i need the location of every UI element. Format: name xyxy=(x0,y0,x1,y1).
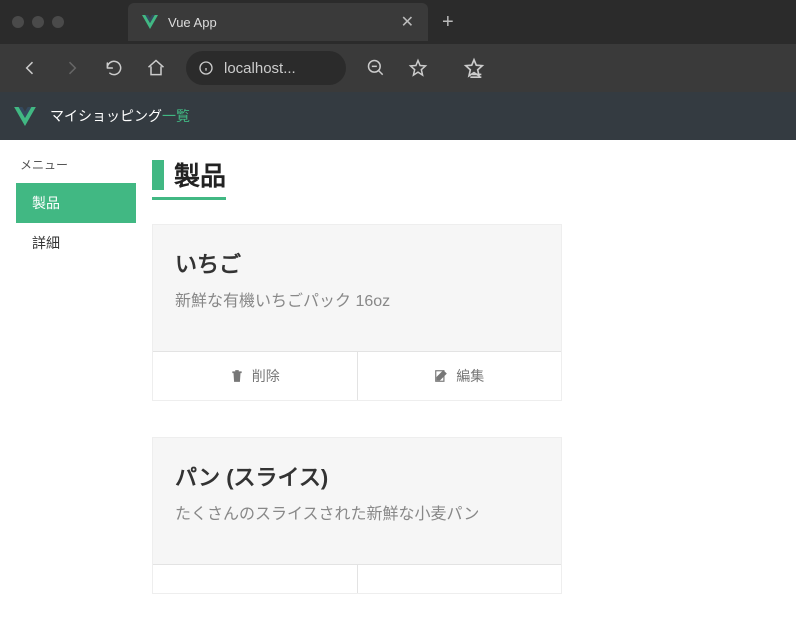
delete-button[interactable] xyxy=(153,565,358,593)
forward-button[interactable] xyxy=(54,50,90,86)
product-card: パン (スライス) たくさんのスライスされた新鮮な小麦パン xyxy=(152,437,562,594)
favorites-bar-button[interactable] xyxy=(456,50,492,86)
app-header: マイショッピング一覧 xyxy=(0,92,796,140)
favorite-button[interactable] xyxy=(400,50,436,86)
content: 製品 いちご 新鮮な有機いちごパック 16oz 削除 編集 パン (スライス) xyxy=(136,156,796,630)
tab-title: Vue App xyxy=(168,15,391,30)
app-title-suffix: 一覧 xyxy=(162,108,190,124)
delete-label: 削除 xyxy=(252,366,280,386)
app-title-prefix: マイショッピング xyxy=(50,108,162,124)
product-name: パン (スライス) xyxy=(175,460,539,492)
address-bar[interactable]: localhost... xyxy=(186,51,346,85)
sidebar-item-label: 詳細 xyxy=(32,235,60,251)
edit-button[interactable]: 編集 xyxy=(358,352,562,400)
sidebar-item-details[interactable]: 詳細 xyxy=(16,223,136,263)
delete-button[interactable]: 削除 xyxy=(153,352,358,400)
trash-icon xyxy=(230,369,244,383)
edit-button[interactable] xyxy=(358,565,562,593)
sidebar-item-products[interactable]: 製品 xyxy=(16,183,136,223)
zoom-button[interactable] xyxy=(358,50,394,86)
product-description: 新鮮な有機いちごパック 16oz xyxy=(175,287,539,311)
close-tab-icon[interactable]: ✕ xyxy=(401,12,414,32)
page-title: 製品 xyxy=(174,156,226,193)
product-card: いちご 新鮮な有機いちごパック 16oz 削除 編集 xyxy=(152,224,562,401)
vue-favicon-icon xyxy=(142,15,158,29)
product-name: いちご xyxy=(175,247,539,279)
app-logo-icon xyxy=(14,107,36,126)
browser-tab[interactable]: Vue App ✕ xyxy=(128,3,428,41)
edit-icon xyxy=(434,369,448,383)
title-accent xyxy=(152,160,164,190)
browser-toolbar: localhost... xyxy=(0,44,796,92)
menu-label: メニュー xyxy=(16,156,136,173)
card-body: いちご 新鮮な有機いちごパック 16oz xyxy=(153,225,561,351)
home-button[interactable] xyxy=(138,50,174,86)
browser-chrome: Vue App ✕ + localhost... xyxy=(0,0,796,92)
window-controls: Vue App ✕ + xyxy=(0,0,796,44)
card-actions xyxy=(153,564,561,593)
window-close-icon[interactable] xyxy=(12,16,24,28)
main-layout: メニュー 製品 詳細 製品 いちご 新鮮な有機いちごパック 16oz 削除 xyxy=(0,140,796,630)
product-description: たくさんのスライスされた新鮮な小麦パン xyxy=(175,500,539,524)
page-title-wrap: 製品 xyxy=(152,156,226,200)
card-body: パン (スライス) たくさんのスライスされた新鮮な小麦パン xyxy=(153,438,561,564)
app-title: マイショッピング一覧 xyxy=(50,106,190,126)
sidebar: メニュー 製品 詳細 xyxy=(16,156,136,630)
address-text: localhost... xyxy=(224,60,296,77)
back-button[interactable] xyxy=(12,50,48,86)
card-actions: 削除 編集 xyxy=(153,351,561,400)
new-tab-button[interactable]: + xyxy=(442,11,454,34)
refresh-button[interactable] xyxy=(96,50,132,86)
edit-label: 編集 xyxy=(456,366,484,386)
window-maximize-icon[interactable] xyxy=(52,16,64,28)
sidebar-item-label: 製品 xyxy=(32,195,60,211)
window-minimize-icon[interactable] xyxy=(32,16,44,28)
info-icon xyxy=(198,60,214,76)
